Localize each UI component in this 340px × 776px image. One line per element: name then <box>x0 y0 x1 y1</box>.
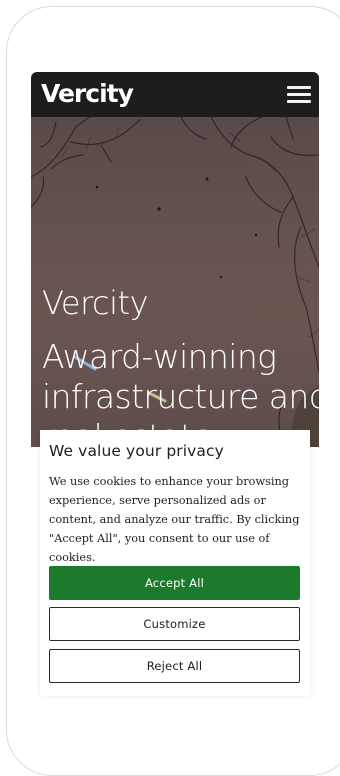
accept-all-button[interactable]: Accept All <box>49 566 300 600</box>
hero-title: Vercity <box>42 284 149 322</box>
cookie-banner-text: We use cookies to enhance your browsing … <box>49 475 300 564</box>
cookie-banner-title: We value your privacy <box>49 442 224 460</box>
customize-button[interactable]: Customize <box>49 607 300 641</box>
menu-bar-middle <box>287 93 311 96</box>
cookie-consent-banner: We value your privacy We use cookies to … <box>40 430 310 696</box>
menu-bar-top <box>287 86 311 89</box>
hamburger-menu-icon[interactable] <box>287 86 311 103</box>
menu-bar-bottom <box>287 100 311 103</box>
site-header: Vercity <box>31 72 319 117</box>
reject-all-button[interactable]: Reject All <box>49 649 300 683</box>
hero-section: Vercity Award-winning infrastructure and… <box>31 117 319 447</box>
vercity-logo[interactable]: Vercity <box>41 74 134 114</box>
